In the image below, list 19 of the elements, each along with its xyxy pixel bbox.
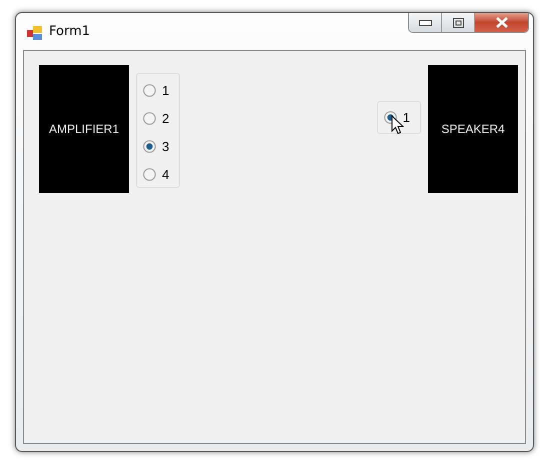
- radio-icon: [143, 84, 156, 97]
- app-icon: [27, 25, 43, 41]
- minimize-icon: [418, 20, 432, 26]
- radio-icon: [143, 168, 156, 181]
- speaker-panel: SPEAKER4: [428, 65, 518, 193]
- radio-button[interactable]: 4: [143, 165, 170, 184]
- close-button[interactable]: [475, 13, 528, 32]
- radio-icon: [143, 112, 156, 125]
- radio-icon: [143, 140, 156, 153]
- minimize-button[interactable]: [409, 13, 442, 32]
- cursor-icon: [390, 115, 404, 135]
- radio-button[interactable]: 1: [143, 81, 170, 100]
- window-title: Form1: [49, 24, 90, 39]
- restore-icon: [452, 18, 464, 28]
- maximize-button[interactable]: [442, 13, 475, 32]
- amplifier-panel: AMPLIFIER1: [39, 65, 129, 193]
- close-icon: [494, 17, 508, 28]
- radio-button[interactable]: 3: [143, 137, 170, 156]
- radio-button[interactable]: 2: [143, 109, 170, 128]
